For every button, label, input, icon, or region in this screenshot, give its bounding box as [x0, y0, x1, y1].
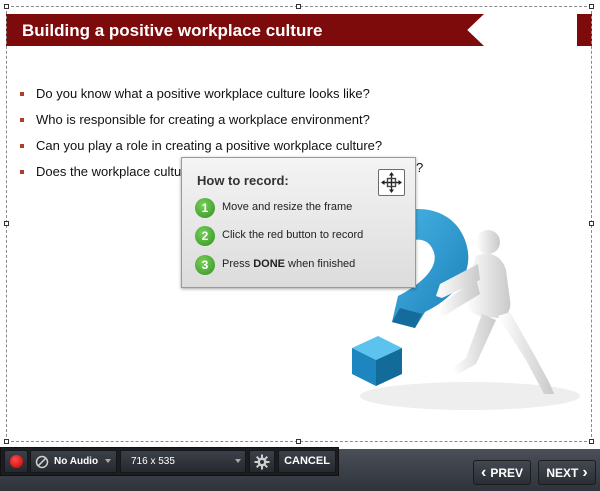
resize-handle-left[interactable] — [4, 221, 9, 226]
resize-handle-top[interactable] — [296, 4, 301, 9]
how-to-record-popup: How to record: 1 Move and resize the fra… — [181, 157, 416, 288]
chevron-right-icon: › — [582, 464, 588, 481]
step-text: Move and resize the frame — [222, 201, 353, 213]
size-dropdown[interactable]: 716 x 535 — [120, 450, 246, 473]
resize-handle-right[interactable] — [589, 221, 594, 226]
gear-icon — [254, 454, 270, 470]
frame-size-label: 716 x 535 — [131, 456, 175, 467]
recorder-controls: No Audio 716 x 535 CANCEL — [0, 447, 339, 476]
step-number-badge: 1 — [195, 198, 215, 218]
step-2: 2 Click the red button to record — [195, 226, 405, 246]
record-button[interactable] — [4, 450, 28, 473]
step-text: Click the red button to record — [222, 229, 364, 241]
chevron-left-icon: ‹ — [480, 464, 487, 481]
step-3: 3 Press DONE when finished — [195, 255, 405, 275]
chevron-down-icon — [235, 459, 241, 463]
next-button[interactable]: NEXT › — [538, 460, 596, 485]
mute-icon — [35, 455, 49, 469]
step-number-badge: 3 — [195, 255, 215, 275]
audio-label: No Audio — [54, 456, 99, 467]
slide-canvas: Building a positive workplace culture Do… — [0, 0, 600, 449]
audio-dropdown[interactable]: No Audio — [30, 450, 117, 473]
resize-handle-top-left[interactable] — [4, 4, 9, 9]
resize-handle-bottom-right[interactable] — [589, 439, 594, 444]
settings-button[interactable] — [249, 450, 275, 473]
prev-button[interactable]: ‹ PREV — [473, 460, 531, 485]
resize-handle-bottom-left[interactable] — [4, 439, 9, 444]
step-text: Press DONE when finished — [222, 258, 356, 270]
step-number-badge: 2 — [195, 226, 215, 246]
step-1: 1 Move and resize the frame — [195, 198, 405, 218]
move-arrows-icon[interactable] — [378, 169, 405, 196]
record-icon — [10, 455, 23, 468]
chevron-down-icon — [105, 459, 111, 463]
resize-handle-bottom[interactable] — [296, 439, 301, 444]
resize-handle-top-right[interactable] — [589, 4, 594, 9]
cancel-button[interactable]: CANCEL — [278, 450, 336, 473]
popup-title: How to record: — [197, 173, 289, 188]
